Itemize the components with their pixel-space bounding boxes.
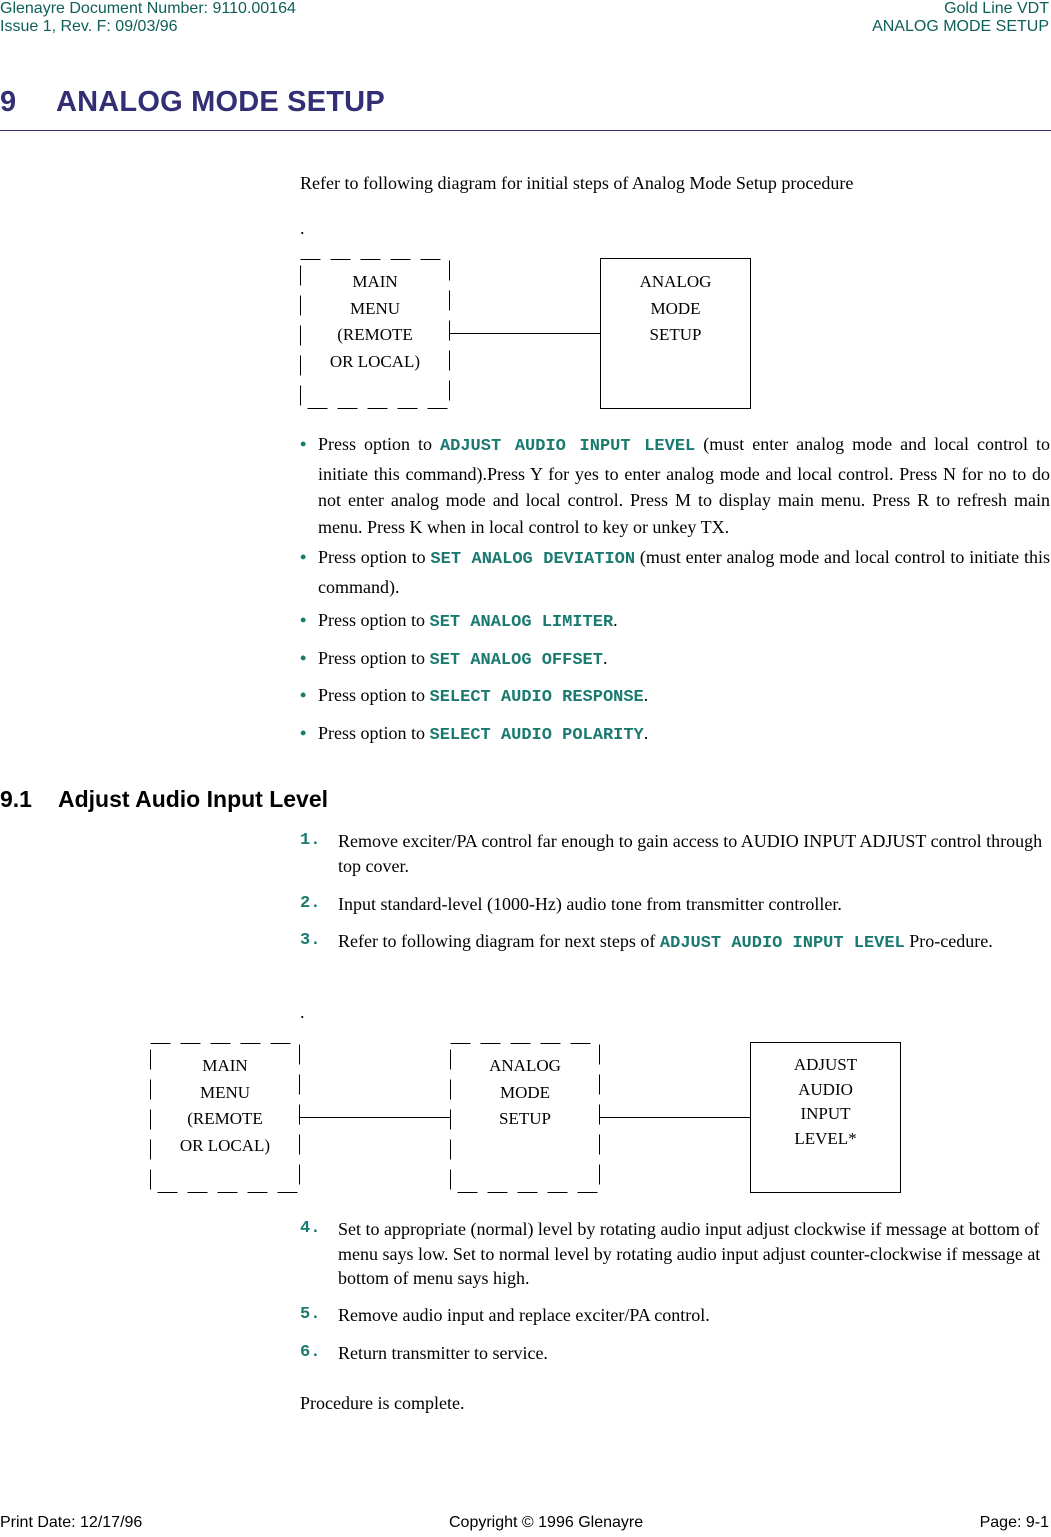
step-text: Remove exciter/PA control far enough to … [338,831,1043,876]
diagram2-box-main-menu: MAIN MENU (REMOTE OR LOCAL) [150,1043,300,1193]
box-line: AUDIO [798,1079,853,1099]
bullet-icon: • [300,434,307,454]
bullet-text: Press option to [318,648,430,668]
section-heading: 9.1 Adjust Audio Input Level [0,786,328,813]
diagram2-connector-1 [300,1117,450,1118]
step-text: Return transmitter to service. [338,1343,548,1363]
bullet-item: • Press option to ADJUST AUDIO INPUT LEV… [300,431,1050,540]
bullet-text: Press option to [318,547,431,567]
section-title: Adjust Audio Input Level [58,786,329,812]
step-item: 4. Set to appropriate (normal) level by … [300,1217,1050,1291]
diagram1-box-analog-mode-setup: ANALOG MODE SETUP [600,258,751,409]
step-text: Set to appropriate (normal) level by rot… [338,1219,1041,1288]
bullet-item: • Press option to SET ANALOG DEVIATION (… [300,544,1050,600]
diagram2-dot: . [300,1002,305,1022]
header-issue: Issue 1, Rev. F: 09/03/96 [0,18,178,35]
command-name: SELECT AUDIO RESPONSE [429,688,644,707]
step-item: 1. Remove exciter/PA control far enough … [300,829,1050,878]
section-number: 9.1 [0,786,32,812]
bullet-text: Press option to [318,685,430,705]
step-text: Refer to following diagram for next step… [338,931,660,951]
dashed-border [300,259,450,409]
command-name: SELECT AUDIO POLARITY [429,726,644,745]
command-name: ADJUST AUDIO INPUT LEVEL [439,437,696,456]
dashed-border [150,1043,300,1193]
box-line: ADJUST [793,1055,858,1074]
bullet-text: . [613,610,618,630]
chapter-heading: 9 ANALOG MODE SETUP [0,86,385,119]
footer-page-number: Page: 9-1 [979,1514,1049,1531]
bullet-text: . [643,723,649,743]
intro-dot: . [300,218,305,238]
dashed-border [450,1043,600,1193]
command-name: SET ANALOG OFFSET [429,651,603,670]
bullet-icon: • [300,648,307,668]
bullet-item: • Press option to SELECT AUDIO RESPONSE. [300,682,1050,712]
bullet-item: • Press option to SELECT AUDIO POLARITY. [300,720,1050,750]
bullet-icon: • [300,610,307,630]
step-number: 4. [300,1219,321,1238]
bullet-text: . [643,685,649,705]
bullet-icon: • [300,723,307,743]
diagram1-box-main-menu: MAIN MENU (REMOTE OR LOCAL) [300,259,450,409]
step-number: 5. [300,1305,321,1324]
bullet-icon: • [300,547,307,567]
chapter-title: ANALOG MODE SETUP [56,86,385,118]
header-doc-number: Glenayre Document Number: 9110.00164 [0,0,296,17]
intro-text: Refer to following diagram for initial s… [300,173,854,193]
command-name: ADJUST AUDIO INPUT LEVEL [659,934,905,953]
step-number: 2. [300,894,321,913]
bullet-item: • Press option to SET ANALOG LIMITER. [300,607,1050,637]
diagram2-box-adjust-audio-input-level: ADJUST AUDIO INPUT LEVEL* [750,1042,901,1193]
box-line: SETUP [649,325,702,344]
box-line: ANALOG [639,272,712,291]
bullet-text: Press option to [318,723,430,743]
heading-rule [0,130,1051,131]
box-line: INPUT [800,1104,851,1123]
step-item: 3. Refer to following diagram for next s… [300,929,1050,957]
step-number: 1. [300,831,321,850]
bullet-text: . [602,648,608,668]
box-line: LEVEL* [794,1128,857,1148]
step-item: 6. Return transmitter to service. [300,1341,1050,1366]
footer-print-date: Print Date: 12/17/96 [0,1514,143,1531]
header-product: Gold Line VDT [944,0,1049,17]
closing-text: Procedure is complete. [300,1393,465,1413]
bullet-item: • Press option to SET ANALOG OFFSET. [300,645,1050,675]
command-name: SET ANALOG DEVIATION [430,550,636,569]
diagram2-box-analog-mode-setup: ANALOG MODE SETUP [450,1043,600,1193]
command-name: SET ANALOG LIMITER [429,613,614,632]
step-number: 3. [300,931,321,950]
header-section: ANALOG MODE SETUP [872,18,1049,35]
chapter-number: 9 [0,86,17,118]
bullet-text: Press option to [318,434,440,454]
diagram2-connector-2 [600,1117,750,1118]
box-line: MODE [650,298,701,318]
step-number: 6. [300,1343,321,1362]
bullet-text: Press option to [318,610,430,630]
step-text: Pro-cedure. [904,931,993,951]
step-text: Remove audio input and replace exciter/P… [338,1305,710,1325]
bullet-icon: • [300,685,307,705]
step-text: Input standard-level (1000-Hz) audio ton… [338,894,842,914]
step-item: 2. Input standard-level (1000-Hz) audio … [300,892,1050,917]
footer-copyright: Copyright © 1996 Glenayre [449,1514,644,1531]
step-item: 5. Remove audio input and replace excite… [300,1303,1050,1328]
diagram1-connector [450,333,600,334]
